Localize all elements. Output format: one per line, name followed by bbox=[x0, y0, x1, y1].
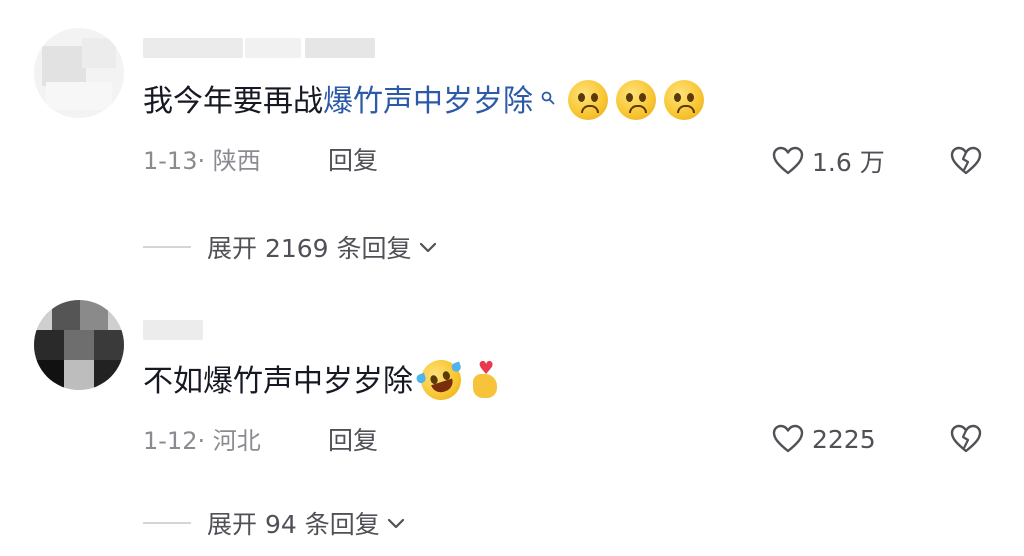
chevron-down-icon bbox=[387, 518, 404, 529]
like-button[interactable]: 1.6 万 bbox=[772, 144, 885, 178]
like-button[interactable]: 2225 bbox=[772, 422, 876, 456]
comment-text: 不如爆竹声中岁岁除 ♥ bbox=[143, 354, 503, 405]
pleading-face-emoji bbox=[568, 79, 609, 120]
pleading-face-emoji bbox=[664, 79, 705, 120]
expand-replies-button[interactable]: 展开 94 条回复 bbox=[143, 506, 406, 540]
comment-location: 陕西 bbox=[212, 147, 261, 175]
broken-heart-icon[interactable] bbox=[950, 424, 982, 454]
like-count: 1.6 万 bbox=[812, 148, 885, 177]
comment-text: 我今年要再战爆竹声中岁岁除 bbox=[143, 79, 705, 123]
expand-replies-label: 展开 2169 条回复 bbox=[207, 234, 412, 263]
comment-meta: 1-13· 陕西 bbox=[143, 147, 261, 175]
reply-button[interactable]: 回复 bbox=[328, 146, 378, 176]
heart-outline-icon bbox=[772, 424, 804, 453]
avatar[interactable] bbox=[34, 300, 124, 390]
broken-heart-icon[interactable] bbox=[950, 146, 982, 176]
comment-date: 1-13 bbox=[143, 147, 198, 175]
finger-heart-emoji: ♥ bbox=[469, 359, 503, 400]
like-count: 2225 bbox=[812, 424, 876, 454]
chevron-down-icon bbox=[419, 242, 436, 253]
comment-meta: 1-12· 河北 bbox=[143, 427, 261, 455]
expand-replies-button[interactable]: 展开 2169 条回复 bbox=[143, 230, 438, 264]
divider-line bbox=[143, 246, 191, 248]
rolling-on-floor-laughing-emoji bbox=[415, 354, 467, 405]
search-keyword-link[interactable]: 爆竹声中岁岁除 bbox=[323, 84, 533, 119]
reply-button[interactable]: 回复 bbox=[328, 426, 378, 456]
pleading-face-emoji bbox=[616, 79, 657, 120]
comment-location: 河北 bbox=[212, 427, 261, 455]
search-icon[interactable] bbox=[535, 89, 560, 110]
comment-date: 1-12 bbox=[143, 427, 198, 455]
heart-outline-icon bbox=[772, 146, 804, 175]
divider-line bbox=[143, 522, 191, 524]
comment-text-plain: 我今年要再战 bbox=[143, 84, 323, 119]
avatar[interactable] bbox=[34, 28, 124, 118]
expand-replies-label: 展开 94 条回复 bbox=[207, 510, 380, 539]
comment-text-plain: 不如爆竹声中岁岁除 bbox=[143, 364, 413, 399]
